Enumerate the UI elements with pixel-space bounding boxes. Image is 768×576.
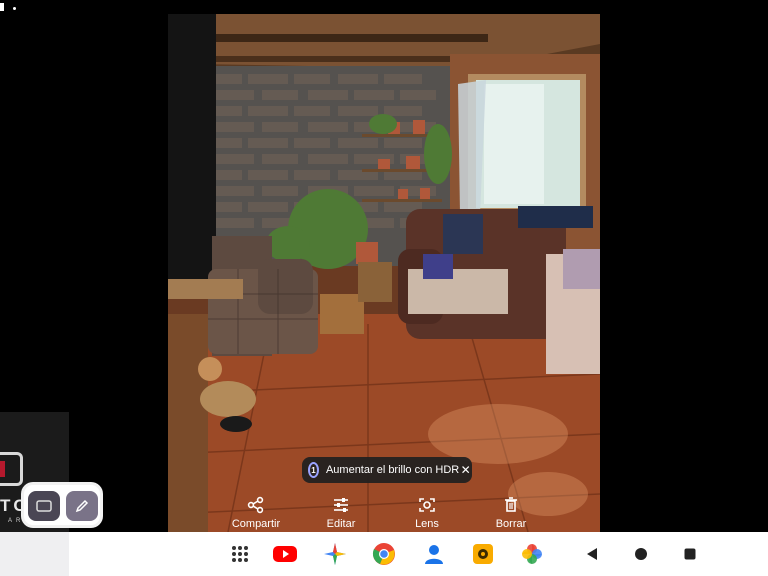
delete-label: Borrar: [495, 518, 527, 530]
back-icon[interactable]: [580, 542, 604, 566]
taskbar-left-area: [0, 532, 69, 576]
photos-icon[interactable]: [520, 542, 544, 566]
share-button[interactable]: Compartir: [221, 490, 291, 530]
hdr-chip-label: Aumentar el brillo con HDR: [325, 464, 460, 476]
app-drawer-icon[interactable]: [228, 542, 252, 566]
trash-icon: [505, 497, 517, 512]
youtube-icon[interactable]: [273, 542, 297, 566]
home-icon[interactable]: [629, 542, 653, 566]
pip-icon: [36, 500, 52, 512]
lens-icon: [419, 498, 435, 512]
photo-action-bar: Compartir Editar Lens Borrar: [168, 490, 600, 532]
lens-button[interactable]: Lens: [392, 490, 462, 530]
edit-button[interactable]: Editar: [306, 490, 376, 530]
edit-widget-button[interactable]: [66, 491, 98, 521]
pip-button[interactable]: [28, 491, 60, 521]
photo-viewer-image[interactable]: [168, 14, 600, 532]
contacts-icon[interactable]: [422, 542, 446, 566]
share-label: Compartir: [231, 518, 281, 530]
share-icon: [247, 496, 264, 514]
close-icon[interactable]: ✕: [459, 463, 472, 477]
chrome-icon[interactable]: [372, 542, 396, 566]
pencil-icon: [75, 499, 89, 513]
hdr-badge-icon: 1: [308, 462, 319, 478]
app-icon-yellow[interactable]: [471, 542, 495, 566]
hdr-suggestion-chip[interactable]: 1 Aumentar el brillo con HDR ✕: [302, 457, 472, 483]
screen: 1 Aumentar el brillo con HDR ✕ Compartir: [0, 0, 768, 576]
delete-button[interactable]: Borrar: [476, 490, 546, 530]
widget-button-group: [21, 482, 103, 528]
spark-app-icon[interactable]: [323, 542, 347, 566]
notification-dot-icon: [13, 7, 16, 10]
edit-label: Editar: [326, 518, 356, 530]
taskbar: [0, 532, 768, 576]
room-photo: [168, 14, 600, 532]
sim-icon: [0, 3, 4, 11]
edit-sliders-icon: [334, 498, 348, 512]
recents-icon[interactable]: [678, 542, 702, 566]
widget-logo: [0, 452, 23, 486]
lens-label: Lens: [415, 518, 439, 530]
